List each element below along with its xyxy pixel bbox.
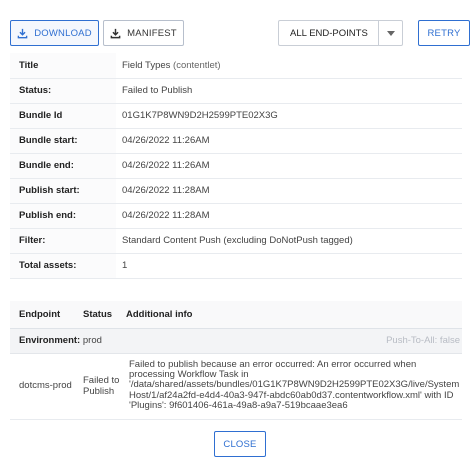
detail-value: 04/26/2022 11:26AM	[116, 128, 462, 154]
detail-value: Standard Content Push (excluding DoNotPu…	[116, 228, 462, 254]
environment-name: prod	[82, 335, 102, 346]
column-header-info: Additional info	[125, 301, 462, 329]
push-to-all-status: Push-To-All: false	[125, 328, 462, 354]
bundle-details-table: Title Field Types (contentlet) Status: Fail…	[10, 53, 462, 279]
detail-value: Failed to Publish	[116, 78, 462, 104]
detail-value: 04/26/2022 11:28AM	[116, 178, 462, 204]
detail-row: Bundle start: 04/26/2022 11:26AM	[10, 128, 462, 154]
detail-value-text: 04/26/2022 11:26AM	[122, 160, 210, 171]
environment-label: Environment: prod	[10, 328, 125, 354]
detail-key: Total assets:	[10, 253, 116, 279]
download-icon	[17, 28, 28, 38]
detail-value: Field Types (contentlet)	[116, 53, 462, 79]
detail-row: Status: Failed to Publish	[10, 78, 462, 104]
endpoint-filter-dropdown[interactable]: ALL END-POINTS	[278, 20, 403, 46]
detail-value-text: Field Types	[122, 59, 171, 71]
detail-value-text: 04/26/2022 11:28AM	[122, 210, 210, 221]
caret-down-icon	[386, 30, 395, 36]
detail-value: 04/26/2022 11:28AM	[116, 203, 462, 229]
detail-row: Publish end: 04/26/2022 11:28AM	[10, 203, 462, 229]
detail-value: 01G1K7P8WN9D2H2599PTE02X3G	[116, 103, 462, 129]
detail-key: Publish end:	[10, 203, 116, 229]
detail-key: Status:	[10, 78, 116, 104]
detail-key: Bundle Id	[10, 103, 116, 129]
detail-value: 04/26/2022 11:26AM	[116, 153, 462, 179]
manifest-button[interactable]: MANIFEST	[103, 20, 184, 46]
endpoints-header-row: Endpoint Status Additional info	[10, 301, 462, 329]
manifest-label: MANIFEST	[127, 27, 177, 39]
detail-row: Bundle Id 01G1K7P8WN9D2H2599PTE02X3G	[10, 103, 462, 129]
close-button[interactable]: CLOSE	[214, 431, 266, 457]
dropdown-arrow[interactable]	[378, 21, 402, 45]
environment-row: Environment: prod Push-To-All: false	[10, 328, 462, 354]
endpoint-status: Failed to Publish	[83, 353, 125, 420]
detail-row: Title Field Types (contentlet)	[10, 53, 462, 79]
endpoint-row: dotcms-prod Failed to Publish Failed to pu…	[10, 353, 462, 420]
detail-key: Bundle start:	[10, 128, 116, 154]
detail-key: Title	[10, 53, 116, 79]
dialog-toolbar: DOWNLOAD MANIFEST ALL END-POINTS RETRY	[0, 0, 474, 52]
detail-row: Publish start: 04/26/2022 11:28AM	[10, 178, 462, 204]
download-button[interactable]: DOWNLOAD	[10, 20, 99, 46]
download-label: DOWNLOAD	[34, 27, 92, 39]
detail-row: Bundle end: 04/26/2022 11:26AM	[10, 153, 462, 179]
detail-value-text: 01G1K7P8WN9D2H2599PTE02X3G	[122, 110, 278, 121]
retry-button[interactable]: RETRY	[418, 20, 470, 46]
endpoint-name: dotcms-prod	[10, 353, 83, 420]
column-header-status: Status	[83, 301, 125, 329]
detail-row: Total assets: 1	[10, 253, 462, 279]
detail-value: 1	[116, 253, 462, 279]
endpoint-info: Failed to publish because an error occur…	[125, 353, 462, 420]
detail-value-text: 04/26/2022 11:26AM	[122, 135, 210, 146]
detail-row: Filter: Standard Content Push (excluding …	[10, 228, 462, 254]
download-icon	[110, 28, 121, 38]
detail-key: Bundle end:	[10, 153, 116, 179]
detail-value-tag: (contentlet)	[173, 59, 221, 71]
detail-value-text: 04/26/2022 11:28AM	[122, 185, 210, 196]
detail-value-text: 1	[122, 260, 128, 271]
detail-value-text: Standard Content Push (excluding DoNotPu…	[122, 235, 353, 246]
detail-key: Publish start:	[10, 178, 116, 204]
detail-value-text: Failed to Publish	[122, 85, 193, 96]
endpoints-table: Endpoint Status Additional info Environm…	[10, 301, 462, 420]
detail-key: Filter:	[10, 228, 116, 254]
endpoint-filter-value: ALL END-POINTS	[290, 27, 368, 39]
column-header-endpoint: Endpoint	[10, 301, 83, 329]
